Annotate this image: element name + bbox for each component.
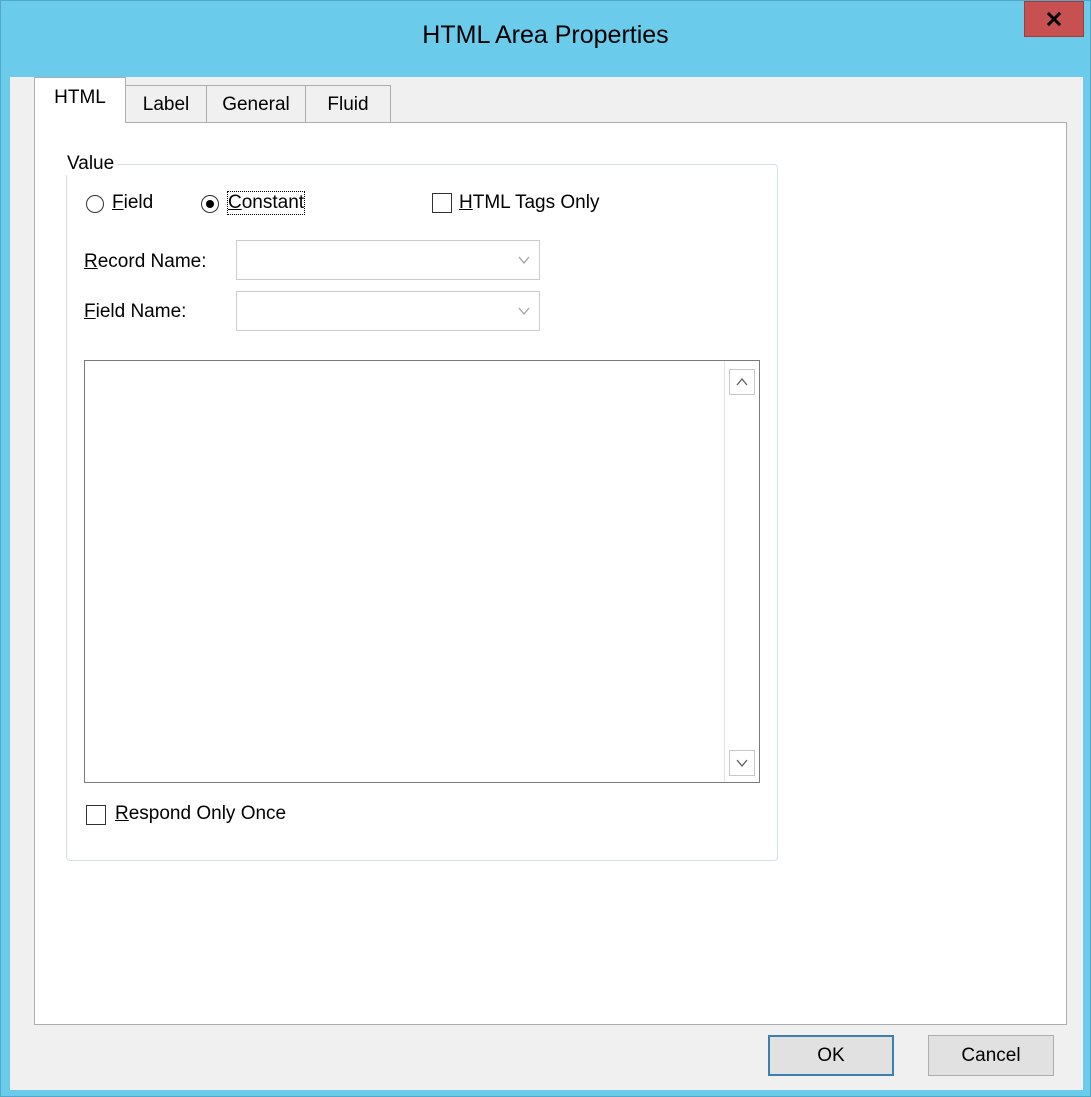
tab-label: General	[222, 93, 290, 115]
label-rest: ield	[123, 192, 154, 213]
scroll-down-button[interactable]	[729, 750, 755, 776]
cancel-button[interactable]: Cancel	[928, 1035, 1054, 1076]
ok-button-label: OK	[817, 1044, 845, 1066]
html-tags-only-label[interactable]: HTML Tags Only	[459, 192, 599, 214]
close-button[interactable]	[1024, 1, 1084, 37]
constant-text-area[interactable]	[84, 360, 760, 783]
label-rest: ecord Name:	[97, 251, 207, 272]
tab-html[interactable]: HTML	[34, 77, 126, 123]
vertical-scrollbar[interactable]	[724, 361, 759, 782]
record-name-combobox[interactable]	[236, 240, 540, 280]
cancel-button-label: Cancel	[961, 1044, 1021, 1066]
tab-fluid[interactable]: Fluid	[305, 85, 391, 123]
value-group-legend: Value	[64, 153, 118, 175]
record-name-label: Record Name:	[84, 251, 207, 273]
chevron-up-icon	[736, 377, 748, 386]
respond-only-once-label[interactable]: Respond Only Once	[115, 803, 286, 825]
mnemonic: H	[459, 192, 473, 213]
close-icon	[1046, 11, 1062, 27]
chevron-down-icon	[518, 256, 530, 265]
respond-only-once-checkbox[interactable]	[86, 805, 106, 825]
html-tags-only-checkbox[interactable]	[432, 193, 452, 213]
mnemonic: F	[112, 192, 124, 213]
tab-label: HTML	[54, 87, 106, 108]
mnemonic: F	[84, 301, 96, 322]
ok-button[interactable]: OK	[768, 1035, 894, 1076]
window-title: HTML Area Properties	[422, 21, 669, 49]
dialog-client-area: HTML Label General Fluid Value Field Con…	[10, 77, 1083, 1090]
radio-constant[interactable]	[201, 195, 219, 213]
mnemonic: R	[115, 803, 129, 824]
radio-field[interactable]	[86, 195, 104, 213]
mnemonic: C	[228, 192, 242, 213]
tab-panel-html: Value Field Constant HTML Tags Only Reco…	[34, 122, 1067, 1025]
dialog-window: HTML Area Properties HTML Label General …	[0, 0, 1091, 1097]
label-rest: espond Only Once	[128, 803, 287, 824]
tab-label: Label	[142, 93, 190, 115]
radio-constant-label[interactable]: Constant	[226, 191, 306, 215]
radio-field-label[interactable]: Field	[112, 192, 153, 214]
label-rest: ield Name:	[95, 301, 187, 322]
tab-label-tab[interactable]: Label	[125, 85, 207, 123]
label-rest: TML Tags Only	[472, 192, 600, 213]
scroll-up-button[interactable]	[729, 369, 755, 395]
label-rest: onstant	[241, 192, 305, 213]
field-name-combobox[interactable]	[236, 291, 540, 331]
field-name-label: Field Name:	[84, 301, 186, 323]
chevron-down-icon	[736, 759, 748, 768]
mnemonic: R	[84, 251, 98, 272]
tab-general[interactable]: General	[206, 85, 306, 123]
tab-label: Fluid	[327, 93, 369, 115]
chevron-down-icon	[518, 307, 530, 316]
title-bar[interactable]: HTML Area Properties	[1, 1, 1090, 77]
